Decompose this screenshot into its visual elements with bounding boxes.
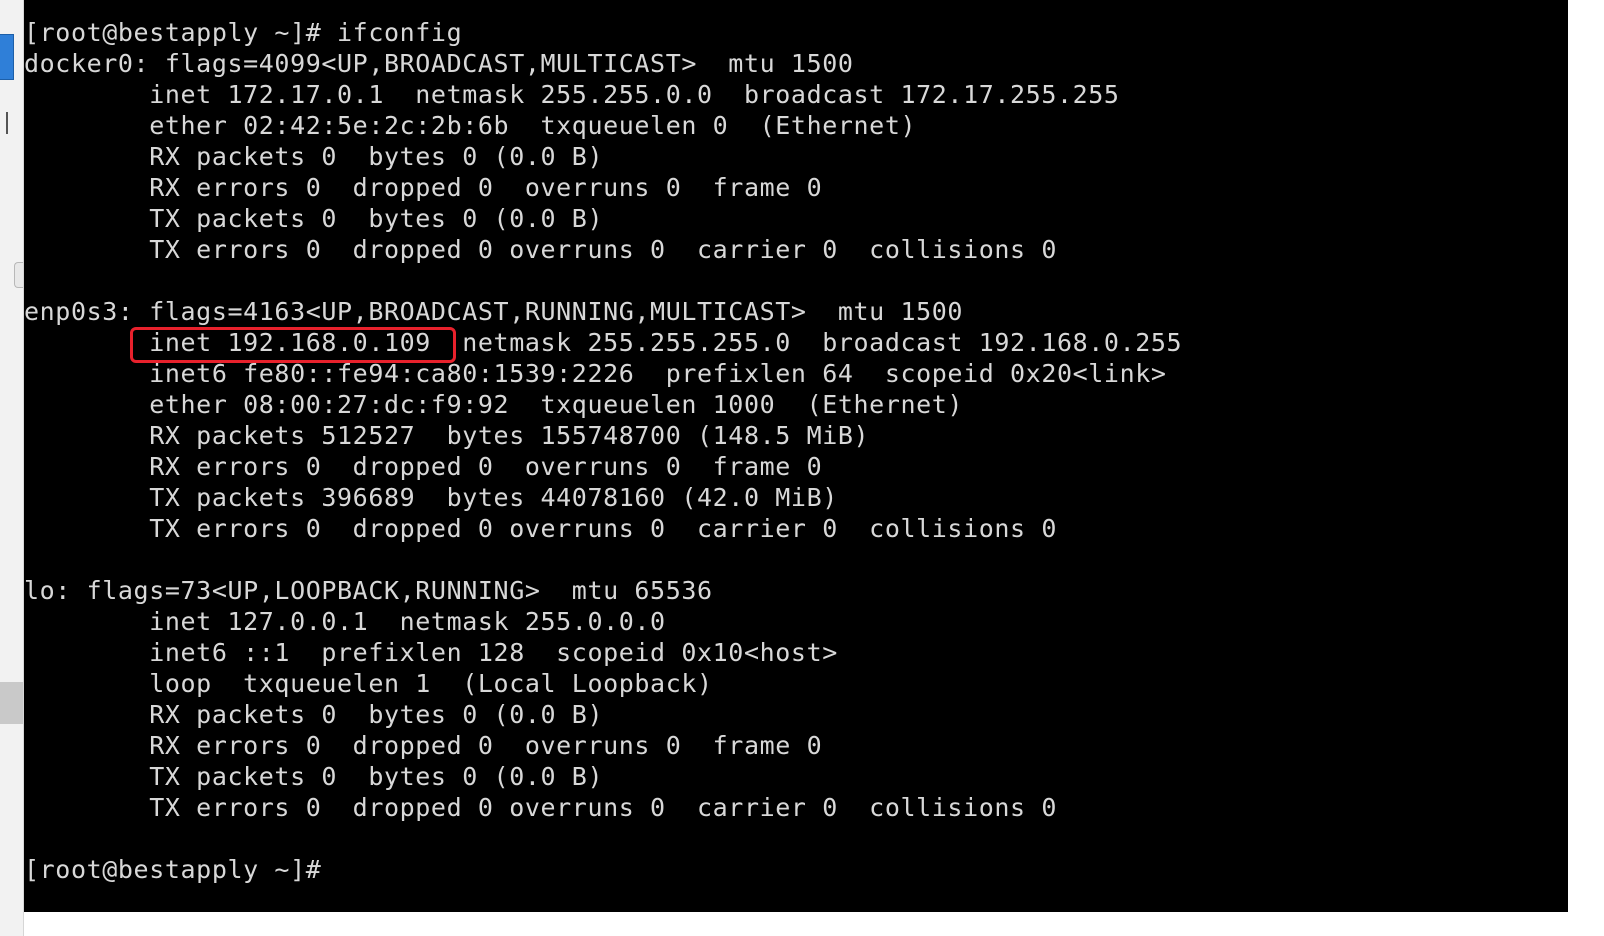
terminal-line-lo-inet: inet 127.0.0.1 netmask 255.0.0.0 bbox=[24, 607, 666, 636]
terminal-line-enp0s3-ether: ether 08:00:27:dc:f9:92 txqueuelen 1000 … bbox=[24, 390, 964, 419]
terminal-line-docker0-rx-packets: RX packets 0 bytes 0 (0.0 B) bbox=[24, 142, 604, 171]
terminal-line-docker0-tx-packets: TX packets 0 bytes 0 (0.0 B) bbox=[24, 204, 604, 233]
terminal-line-enp0s3-rx-packets: RX packets 512527 bytes 155748700 (148.5… bbox=[24, 421, 870, 450]
host-window-mark bbox=[0, 112, 8, 134]
terminal-line-lo-rx-errors: RX errors 0 dropped 0 overruns 0 frame 0 bbox=[24, 731, 823, 760]
terminal-line-enp0s3-flags: enp0s3: flags=4163<UP,BROADCAST,RUNNING,… bbox=[24, 297, 964, 326]
terminal-line-lo-flags: lo: flags=73<UP,LOOPBACK,RUNNING> mtu 65… bbox=[24, 576, 713, 605]
terminal-line-lo-loop: loop txqueuelen 1 (Local Loopback) bbox=[24, 669, 713, 698]
terminal-line-lo-tx-errors: TX errors 0 dropped 0 overruns 0 carrier… bbox=[24, 793, 1057, 822]
terminal-line-docker0-tx-errors: TX errors 0 dropped 0 overruns 0 carrier… bbox=[24, 235, 1057, 264]
host-window-gray-block bbox=[0, 682, 23, 724]
host-window-tab[interactable] bbox=[0, 34, 14, 80]
terminal-line-lo-inet6: inet6 ::1 prefixlen 128 scopeid 0x10<hos… bbox=[24, 638, 838, 667]
terminal-line-docker0-ether: ether 02:42:5e:2c:2b:6b txqueuelen 0 (Et… bbox=[24, 111, 917, 140]
terminal-line-lo-rx-packets: RX packets 0 bytes 0 (0.0 B) bbox=[24, 700, 604, 729]
screenshot-right-margin bbox=[1568, 0, 1604, 936]
terminal-line-docker0-flags: docker0: flags=4099<UP,BROADCAST,MULTICA… bbox=[24, 49, 854, 78]
terminal-line-prompt-command: [root@bestapply ~]# ifconfig bbox=[24, 18, 463, 47]
terminal-line-prompt: [root@bestapply ~]# bbox=[24, 855, 322, 884]
host-window-edge bbox=[0, 0, 24, 936]
terminal-line-lo-tx-packets: TX packets 0 bytes 0 (0.0 B) bbox=[24, 762, 604, 791]
terminal-line-docker0-rx-errors: RX errors 0 dropped 0 overruns 0 frame 0 bbox=[24, 173, 823, 202]
terminal-line-enp0s3-tx-packets: TX packets 396689 bytes 44078160 (42.0 M… bbox=[24, 483, 838, 512]
terminal-line-enp0s3-tx-errors: TX errors 0 dropped 0 overruns 0 carrier… bbox=[24, 514, 1057, 543]
terminal-line-enp0s3-rx-errors: RX errors 0 dropped 0 overruns 0 frame 0 bbox=[24, 452, 823, 481]
terminal-line-enp0s3-inet6: inet6 fe80::fe94:ca80:1539:2226 prefixle… bbox=[24, 359, 1167, 388]
terminal-line-enp0s3-inet: inet 192.168.0.109 netmask 255.255.255.0… bbox=[24, 328, 1183, 357]
host-window-handle[interactable] bbox=[14, 262, 23, 288]
terminal-console[interactable]: [root@bestapply ~]# ifconfig docker0: fl… bbox=[24, 0, 1568, 912]
terminal-line-docker0-inet: inet 172.17.0.1 netmask 255.255.0.0 broa… bbox=[24, 80, 1120, 109]
